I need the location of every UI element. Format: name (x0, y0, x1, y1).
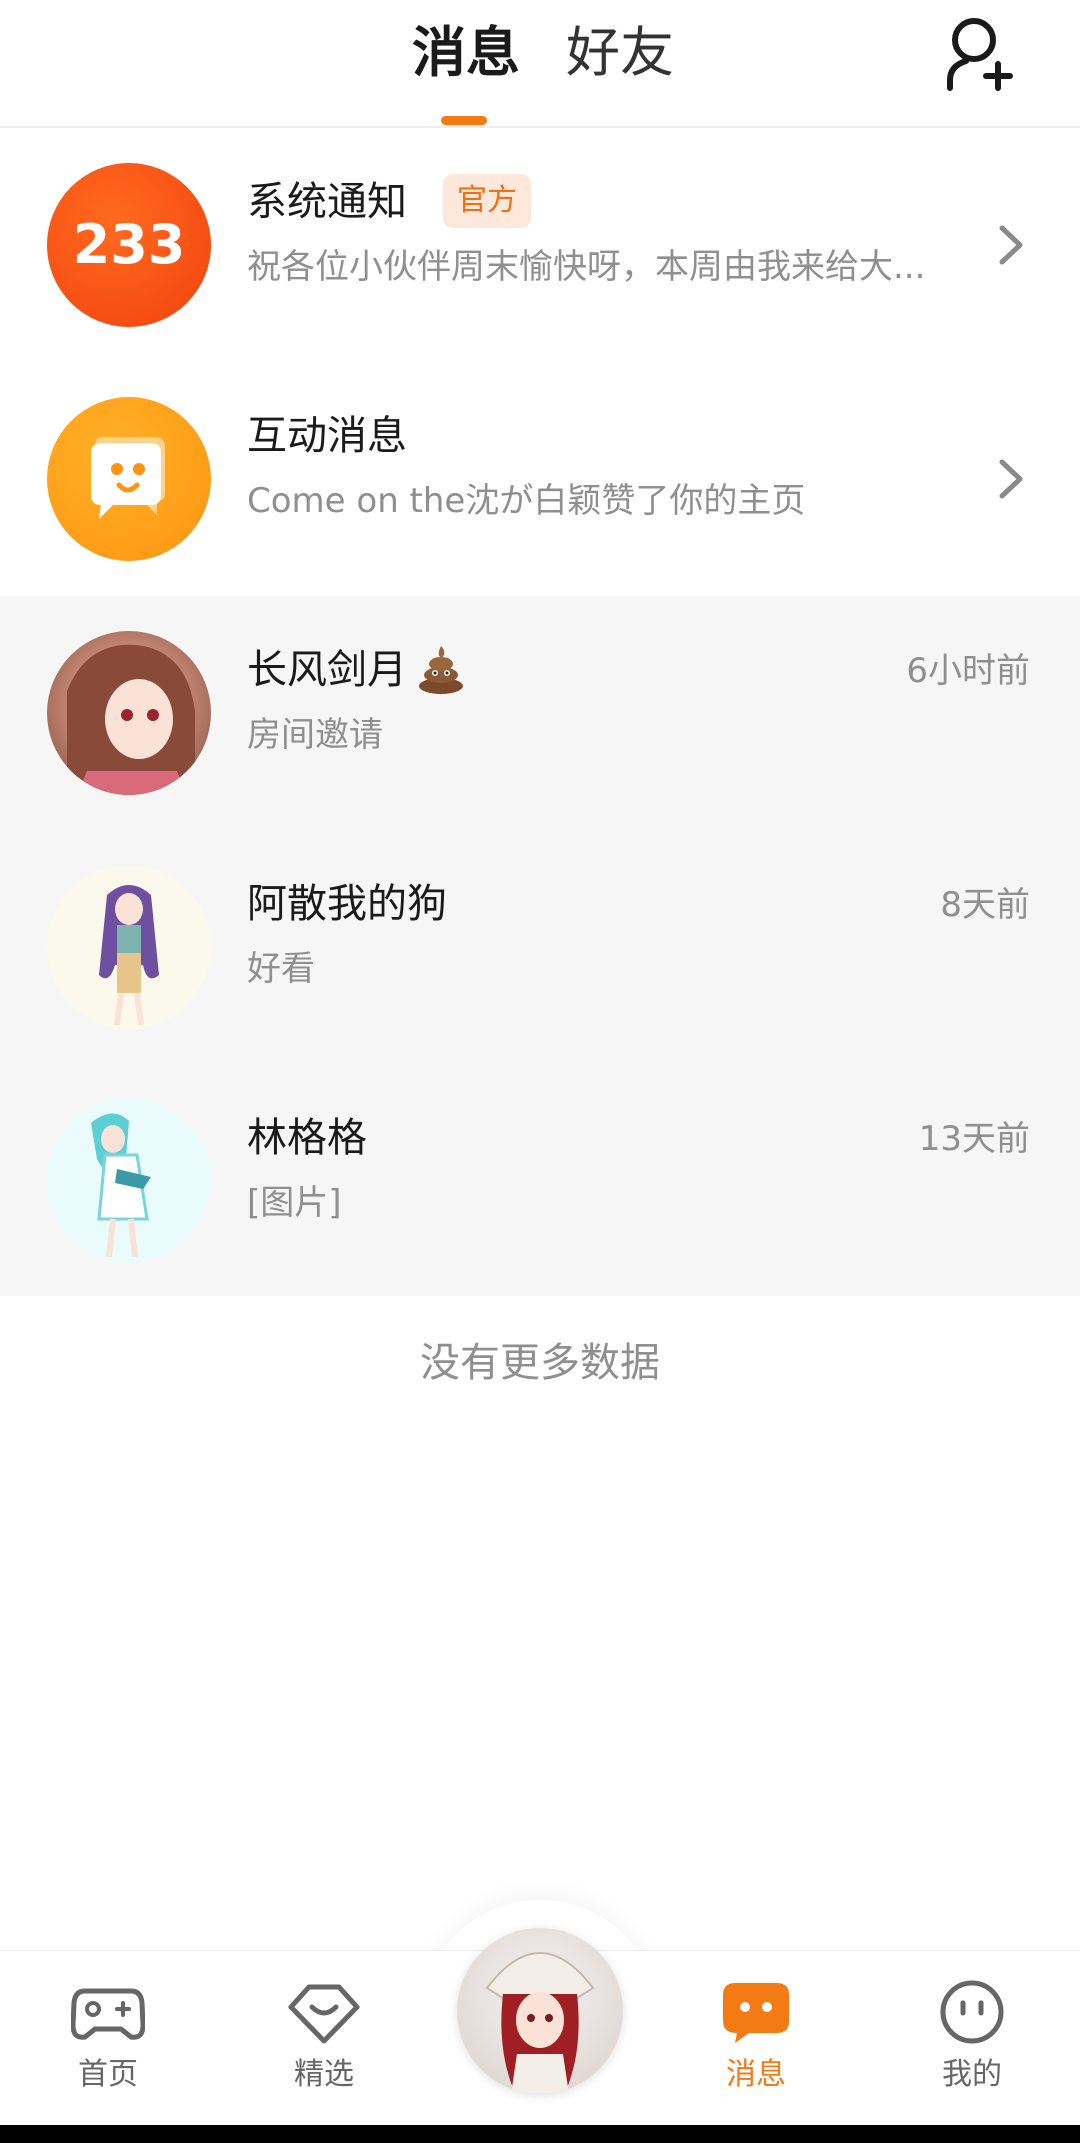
chat-row[interactable]: 阿散我的狗 8天前 好看 (0, 830, 1080, 1064)
avatar (485, 1952, 595, 2094)
add-user-icon[interactable] (944, 14, 1014, 92)
system-notification-row[interactable]: 233 系统通知 官方 祝各位小伙伴周末愉快呀，本周由我来给大... (0, 128, 1080, 362)
chat-time: 13天前 (918, 1119, 1030, 1159)
system-notification-avatar: 233 (47, 163, 211, 327)
nav-label: 精选 (294, 2057, 354, 2092)
chat-ghost-icon (91, 437, 165, 519)
row-subtitle: Come on the沈が白颖赞了你的主页 (247, 481, 806, 521)
interaction-messages-row[interactable]: 互动消息 Come on the沈が白颖赞了你的主页 (0, 362, 1080, 596)
chat-time: 8天前 (940, 885, 1030, 925)
interaction-avatar (47, 397, 211, 561)
row-subtitle: 祝各位小伙伴周末愉快呀，本周由我来给大... (247, 247, 926, 287)
top-header: 消息 好友 (0, 0, 1080, 128)
nav-label: 我的 (942, 2057, 1002, 2092)
chat-preview: [图片] (247, 1183, 342, 1223)
tab-messages[interactable]: 消息 (412, 18, 520, 88)
chat-name: 林格格 (247, 1115, 367, 1161)
svg-text:233: 233 (73, 213, 186, 276)
nav-label: 首页 (78, 2057, 138, 2092)
brand-233-logo: 233 (73, 213, 186, 276)
chat-name: 长风剑月 (247, 647, 407, 693)
nav-item-profile[interactable]: 我的 (902, 1979, 1042, 2095)
row-title: 系统通知 (247, 179, 407, 225)
poop-emoji-icon (419, 646, 463, 694)
chat-row[interactable]: 长风剑月 6小时前 房间邀请 (0, 596, 1080, 830)
chat-preview: 房间邀请 (247, 715, 383, 755)
tab-friends[interactable]: 好友 (566, 18, 674, 88)
heart-diamond-icon (288, 1984, 360, 2044)
system-navigation-bar (0, 2125, 1080, 2143)
chat-time: 6小时前 (906, 651, 1030, 691)
smiley-face-icon (940, 1980, 1004, 2044)
gamepad-icon (71, 1988, 145, 2040)
active-tab-indicator (441, 116, 487, 125)
chevron-right-icon (999, 459, 1023, 499)
anime-girl-avatar (67, 644, 195, 795)
center-avatar-button[interactable] (457, 1928, 623, 2094)
nav-item-home[interactable]: 首页 (38, 1979, 178, 2095)
anime-character-avatar (99, 885, 159, 1026)
avatar (47, 631, 211, 795)
chat-name: 阿散我的狗 (247, 881, 447, 927)
no-more-data-text: 没有更多数据 (420, 1340, 660, 1386)
nav-label: 消息 (726, 2057, 786, 2092)
nav-item-featured[interactable]: 精选 (254, 1979, 394, 2095)
chat-row[interactable]: 林格格 13天前 [图片] (0, 1064, 1080, 1298)
chat-bubble-icon (723, 1983, 789, 2043)
chevron-right-icon (999, 225, 1023, 265)
avatar (47, 1099, 211, 1263)
chat-list: 长风剑月 6小时前 房间邀请 阿散我的狗 8天前 好看 林格格 13天前 [图片… (0, 596, 1080, 1296)
anime-character-avatar (91, 1113, 151, 1258)
row-title: 互动消息 (247, 413, 407, 459)
nav-item-messages[interactable]: 消息 (686, 1979, 826, 2095)
avatar (47, 865, 211, 1029)
chat-preview: 好看 (247, 949, 315, 989)
official-badge: 官方 (443, 174, 531, 228)
